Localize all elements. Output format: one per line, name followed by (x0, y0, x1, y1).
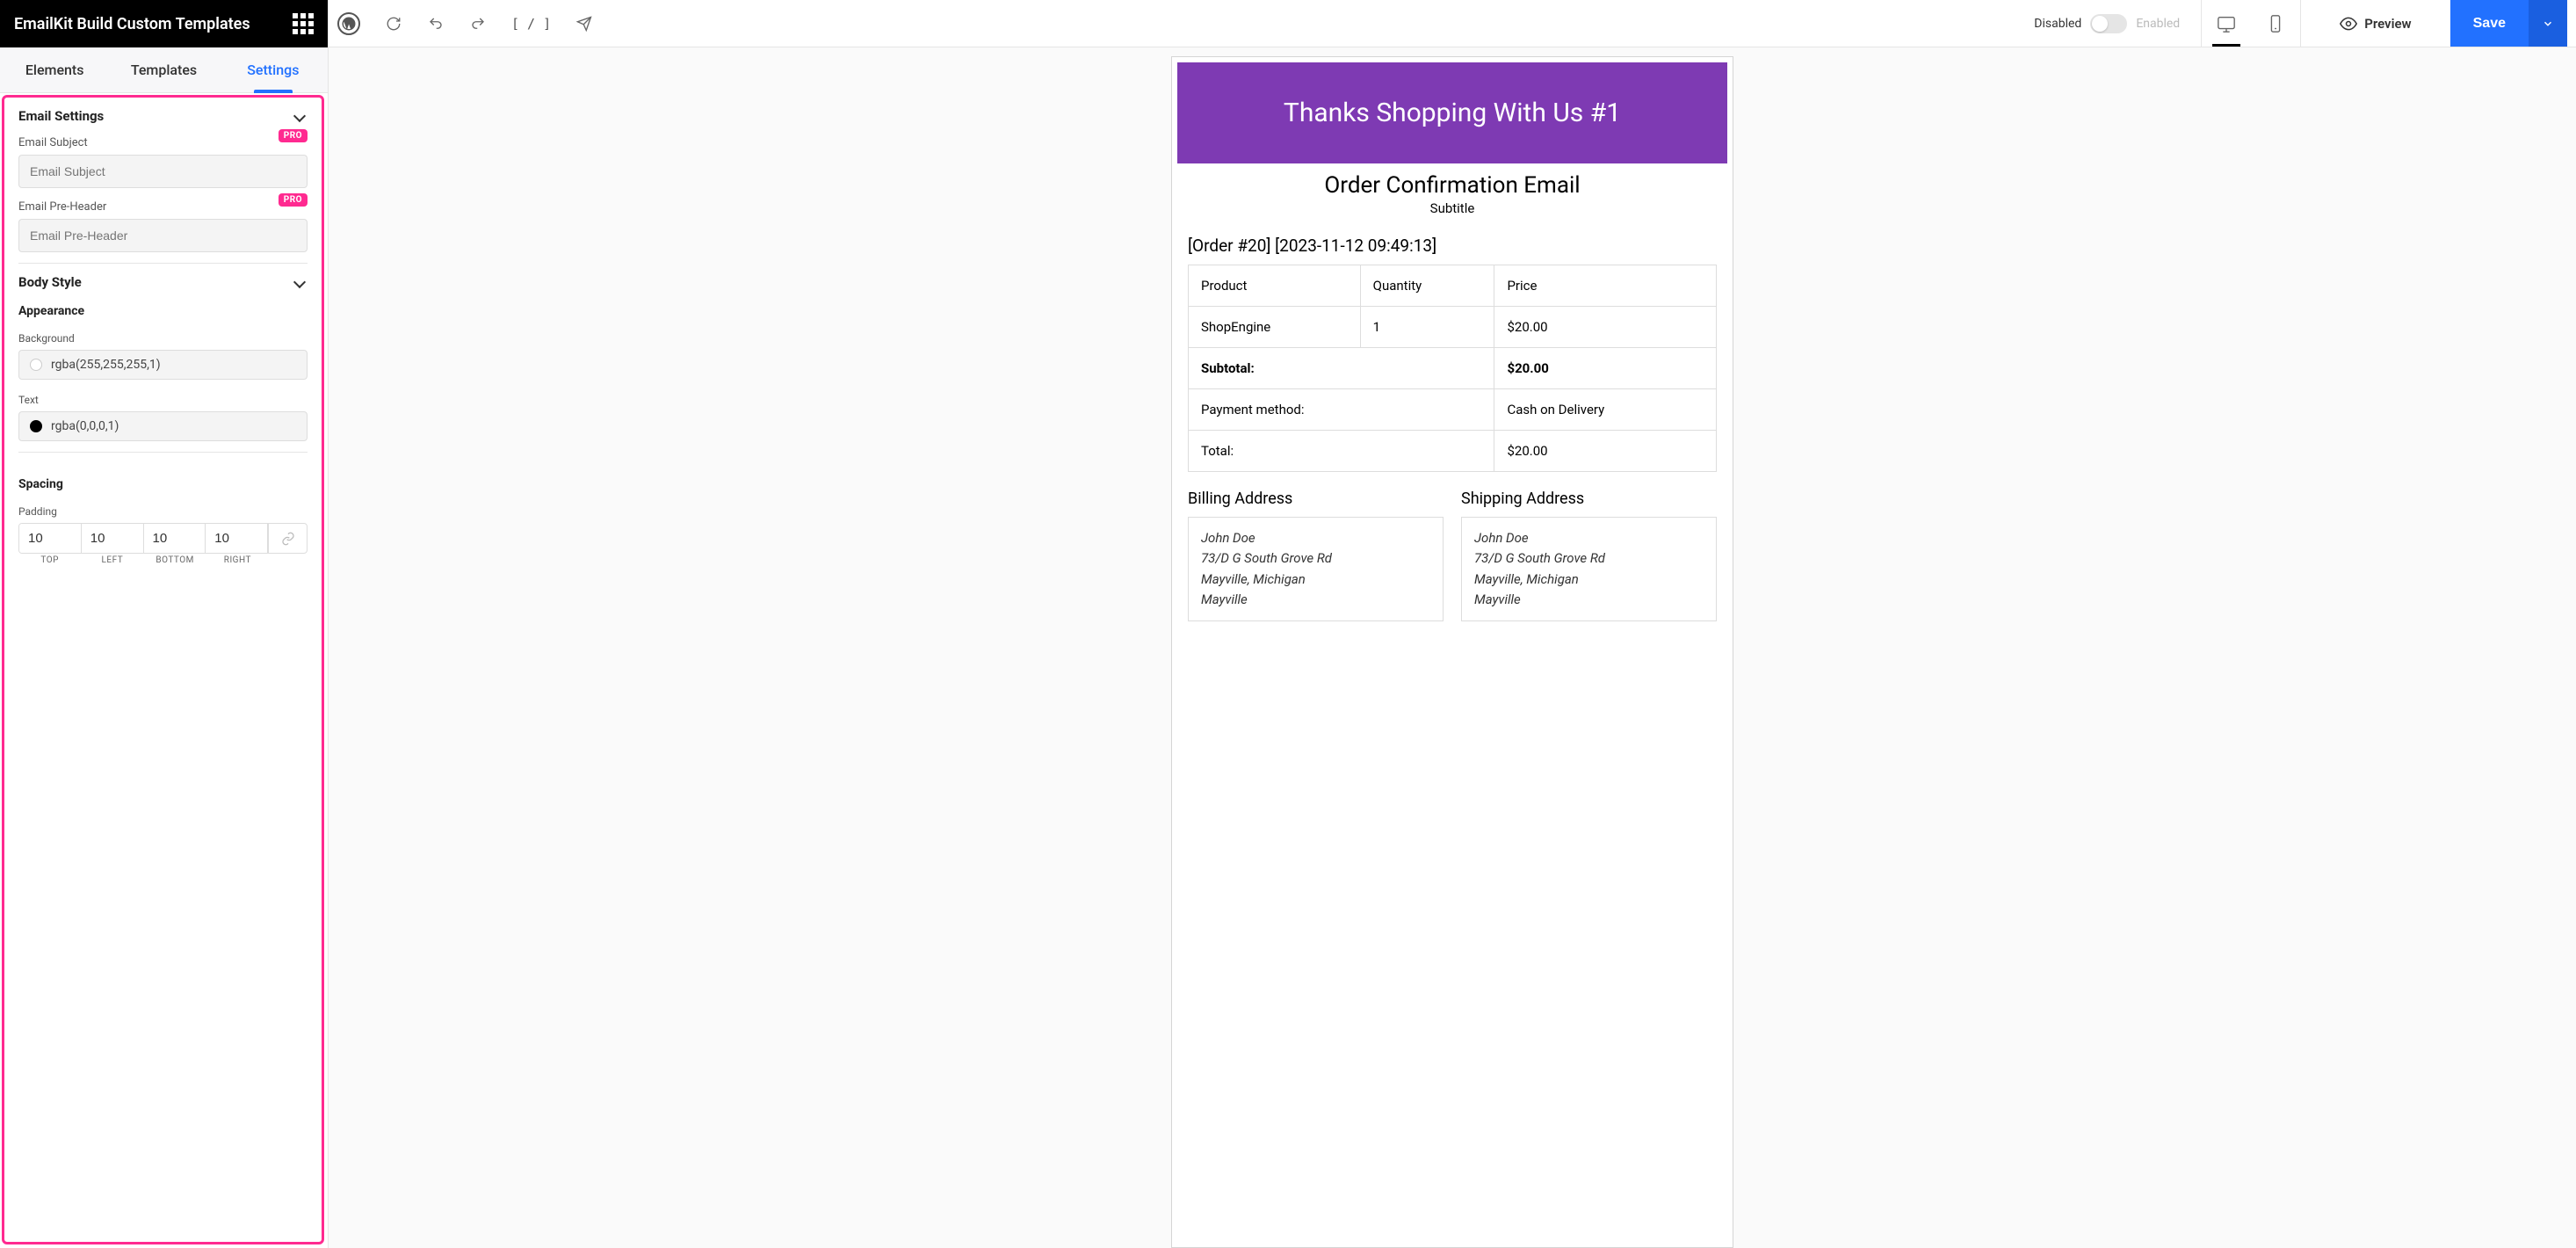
email-preheader-input[interactable] (18, 219, 308, 252)
apps-grid-icon[interactable] (293, 13, 314, 34)
table-header-row: Product Quantity Price (1189, 265, 1717, 307)
text-color-value: rgba(0,0,0,1) (51, 419, 119, 433)
section-email-settings: Email Settings Email Subject PRO Email P… (18, 98, 308, 264)
tab-settings[interactable]: Settings (219, 47, 328, 92)
table-row: ShopEngine 1 $20.00 (1189, 307, 1717, 348)
email-frame[interactable]: Thanks Shopping With Us #1 Order Confirm… (1171, 56, 1733, 1248)
redo-icon[interactable] (469, 15, 487, 33)
billing-column: Billing Address John Doe 73/D G South Gr… (1188, 490, 1444, 621)
padding-label: Padding (18, 505, 308, 518)
padding-top-input[interactable] (19, 524, 82, 553)
toggle-disabled-label: Disabled (2034, 17, 2081, 31)
background-color-input[interactable]: rgba(255,255,255,1) (18, 350, 308, 380)
section-title: Body Style (18, 274, 82, 290)
enable-toggle[interactable] (2090, 14, 2127, 33)
sidebar-header: EmailKit Build Custom Templates (0, 0, 328, 47)
field-email-preheader: Email Pre-Header PRO (18, 200, 308, 252)
chevron-down-icon (293, 110, 306, 122)
shipping-title: Shipping Address (1461, 490, 1717, 508)
padding-right-input[interactable] (206, 524, 268, 553)
color-swatch-icon (30, 359, 42, 371)
address-row[interactable]: Billing Address John Doe 73/D G South Gr… (1177, 490, 1727, 621)
section-title: Email Settings (18, 108, 104, 124)
email-title[interactable]: Order Confirmation Email (1177, 172, 1727, 199)
color-swatch-icon (30, 420, 42, 432)
topbar: [ / ] Disabled Enabled (329, 0, 2576, 47)
pro-badge: PRO (279, 193, 308, 207)
subsection-spacing: Spacing (18, 477, 308, 491)
padding-left-input[interactable] (82, 524, 144, 553)
table-subtotal-row: Subtotal: $20.00 (1189, 348, 1717, 389)
pro-badge: PRO (279, 129, 308, 142)
padding-axis-labels: TOP LEFT BOTTOM RIGHT (18, 555, 308, 565)
toggle-enabled-label: Enabled (2136, 17, 2180, 31)
save-button[interactable]: Save (2450, 0, 2529, 47)
settings-panel: Email Settings Email Subject PRO Email P… (2, 95, 324, 1244)
padding-inputs (18, 523, 308, 554)
preview-button[interactable]: Preview (2322, 0, 2428, 47)
subsection-appearance: Appearance (18, 304, 308, 318)
device-mobile-tab[interactable] (2251, 0, 2300, 47)
section-header-body-style[interactable]: Body Style (18, 274, 308, 290)
email-hero[interactable]: Thanks Shopping With Us #1 (1177, 62, 1727, 163)
order-table[interactable]: Product Quantity Price ShopEngine 1 $20.… (1188, 265, 1717, 472)
order-meta[interactable]: [Order #20] [2023-11-12 09:49:13] (1177, 232, 1727, 265)
section-spacing: Spacing Padding TOP LEFT BOTTOM RIGHT (18, 453, 308, 576)
shortcode-button[interactable]: [ / ] (511, 16, 551, 32)
app-title: EmailKit Build Custom Templates (14, 15, 250, 33)
text-label: Text (18, 394, 308, 406)
save-dropdown-button[interactable] (2529, 0, 2567, 47)
sidebar-tabs: Elements Templates Settings (0, 47, 328, 93)
main: [ / ] Disabled Enabled (329, 0, 2576, 1248)
table-payment-row: Payment method: Cash on Delivery (1189, 389, 1717, 431)
th-quantity: Quantity (1360, 265, 1494, 307)
text-color-input[interactable]: rgba(0,0,0,1) (18, 411, 308, 441)
tab-templates[interactable]: Templates (109, 47, 218, 92)
tab-elements[interactable]: Elements (0, 47, 109, 92)
enable-toggle-group: Disabled Enabled (2034, 14, 2180, 33)
canvas-area[interactable]: Thanks Shopping With Us #1 Order Confirm… (329, 47, 2576, 1248)
preview-label: Preview (2364, 16, 2411, 32)
link-values-button[interactable] (268, 524, 307, 553)
refresh-icon[interactable] (385, 15, 402, 33)
background-label: Background (18, 332, 308, 345)
undo-icon[interactable] (427, 15, 445, 33)
shipping-address-box: John Doe 73/D G South Grove Rd Mayville,… (1461, 517, 1717, 621)
sidebar: EmailKit Build Custom Templates Elements… (0, 0, 329, 1248)
device-tabs (2201, 0, 2301, 47)
send-icon[interactable] (575, 15, 593, 33)
th-price: Price (1494, 265, 1717, 307)
field-email-subject: Email Subject PRO (18, 136, 308, 188)
table-total-row: Total: $20.00 (1189, 431, 1717, 472)
email-subject-input[interactable] (18, 155, 308, 188)
th-product: Product (1189, 265, 1361, 307)
padding-bottom-input[interactable] (144, 524, 206, 553)
device-desktop-tab[interactable] (2202, 0, 2251, 47)
field-label: Email Subject (18, 136, 308, 149)
chevron-down-icon (293, 276, 306, 288)
field-label: Email Pre-Header (18, 200, 308, 214)
background-color-value: rgba(255,255,255,1) (51, 358, 161, 372)
section-body-style: Body Style Appearance Background rgba(25… (18, 264, 308, 453)
email-subtitle[interactable]: Subtitle (1177, 200, 1727, 216)
billing-address-box: John Doe 73/D G South Grove Rd Mayville,… (1188, 517, 1444, 621)
section-header-email-settings[interactable]: Email Settings (18, 108, 308, 124)
shipping-column: Shipping Address John Doe 73/D G South G… (1461, 490, 1717, 621)
wordpress-icon[interactable] (337, 12, 360, 35)
billing-title: Billing Address (1188, 490, 1444, 508)
save-button-group: Save (2450, 0, 2567, 47)
